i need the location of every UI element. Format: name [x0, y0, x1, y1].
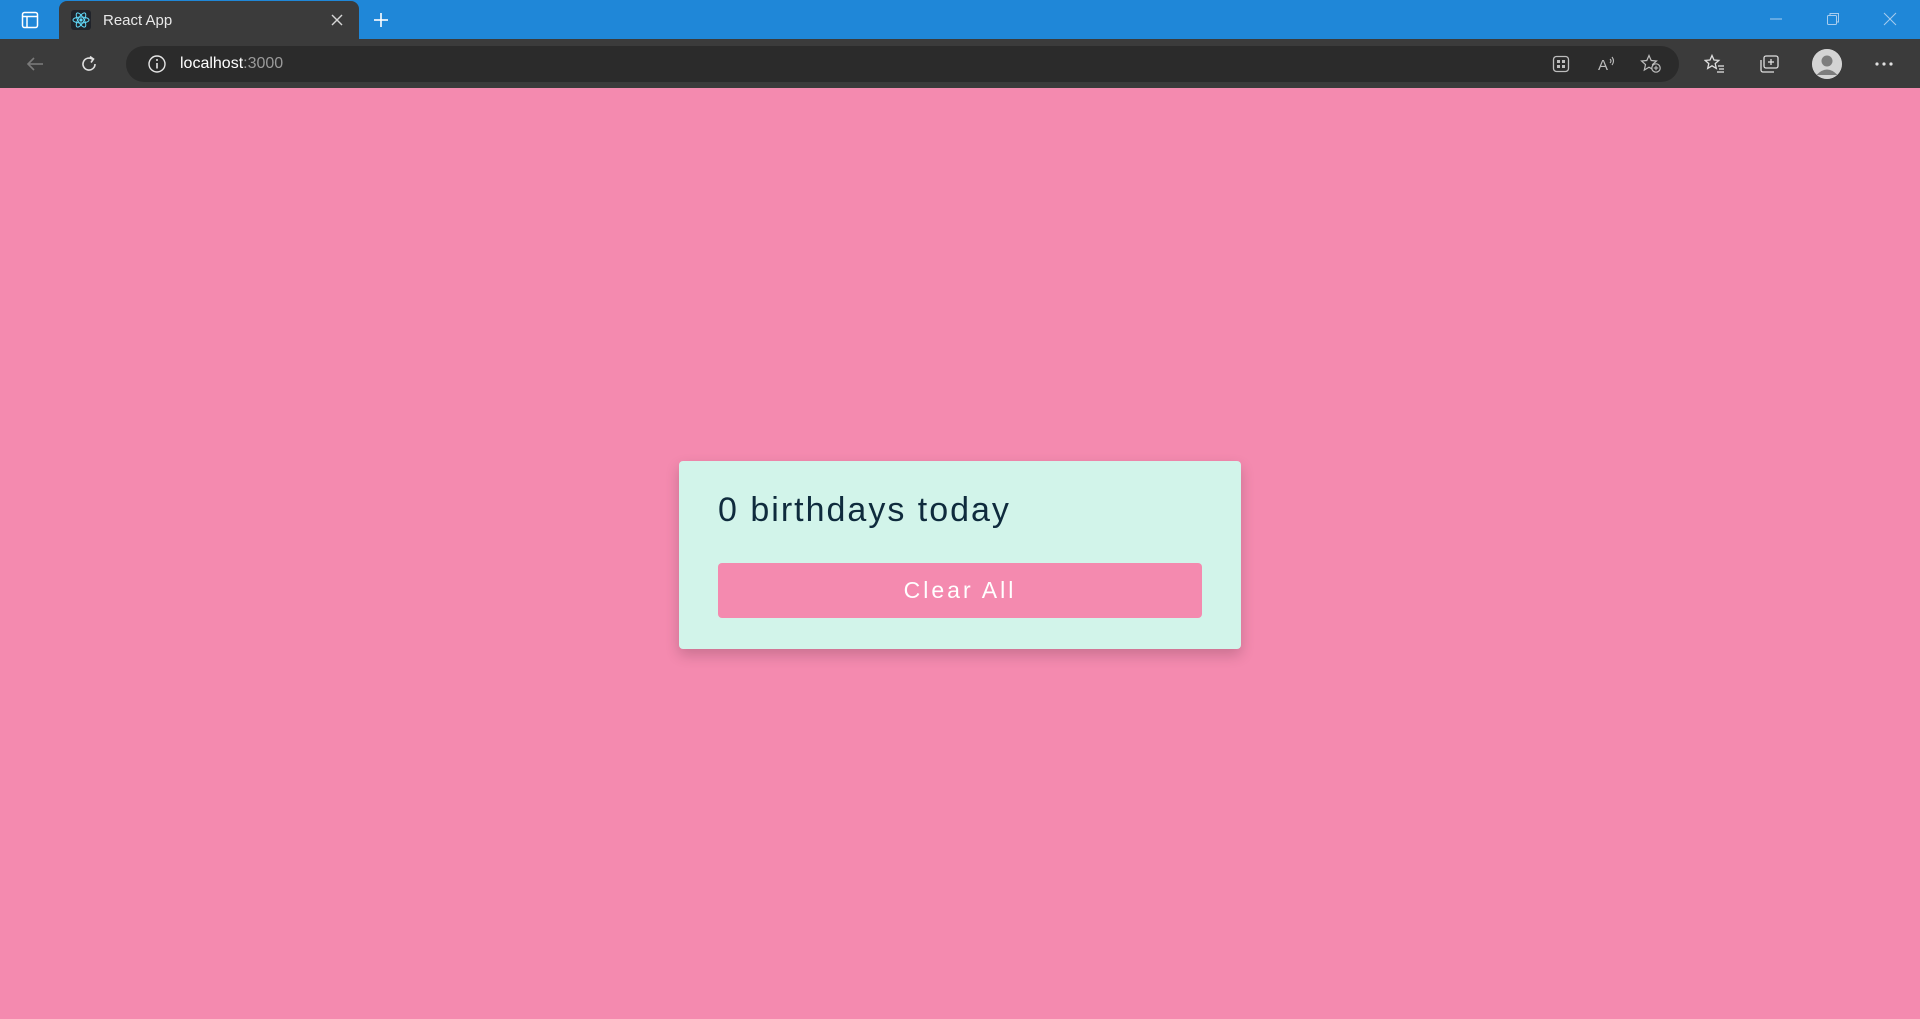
back-button[interactable] [17, 47, 53, 81]
minimize-icon [1770, 18, 1782, 20]
back-arrow-icon [26, 57, 43, 71]
restore-button[interactable] [1810, 4, 1856, 34]
close-window-button[interactable] [1867, 4, 1913, 34]
tab-actions-button[interactable] [10, 6, 50, 34]
address-bar[interactable]: localhost:3000 A [126, 46, 1679, 82]
read-aloud-icon[interactable]: A [1594, 52, 1620, 76]
settings-more-button[interactable] [1866, 47, 1902, 81]
favorites-button[interactable] [1697, 47, 1733, 81]
profile-icon [1812, 49, 1842, 79]
svg-text:A: A [1598, 57, 1608, 73]
avatar [1812, 49, 1842, 79]
browser-titlebar: React App [0, 0, 1920, 39]
collections-icon [1760, 55, 1779, 73]
app-available-icon[interactable] [1548, 52, 1574, 76]
tab-title: React App [103, 11, 173, 29]
browser-toolbar: localhost:3000 A [0, 39, 1920, 88]
plus-icon [374, 13, 388, 27]
birthday-count-heading: 0 birthdays today [718, 491, 1011, 529]
clear-all-button[interactable]: Clear All [718, 563, 1202, 618]
close-window-icon [1883, 12, 1897, 26]
site-info-icon[interactable] [146, 53, 168, 75]
profile-button[interactable] [1809, 47, 1845, 81]
more-icon [1875, 62, 1893, 66]
new-tab-button[interactable] [366, 5, 396, 35]
browser-tab[interactable]: React App [59, 1, 359, 39]
tab-actions-icon [21, 11, 39, 29]
birthday-card: 0 birthdays today Clear All [679, 461, 1241, 649]
minimize-button[interactable] [1753, 4, 1799, 34]
refresh-icon [82, 55, 96, 71]
tab-close-button[interactable] [327, 10, 347, 30]
close-icon [331, 14, 343, 26]
refresh-button[interactable] [71, 47, 107, 81]
collections-button[interactable] [1752, 47, 1788, 81]
url-host: localhost [180, 55, 244, 72]
add-favorite-icon[interactable] [1638, 52, 1664, 76]
url-port: :3000 [243, 55, 284, 72]
restore-icon [1827, 13, 1839, 25]
favorites-icon [1704, 54, 1724, 73]
react-logo-icon [71, 10, 91, 30]
